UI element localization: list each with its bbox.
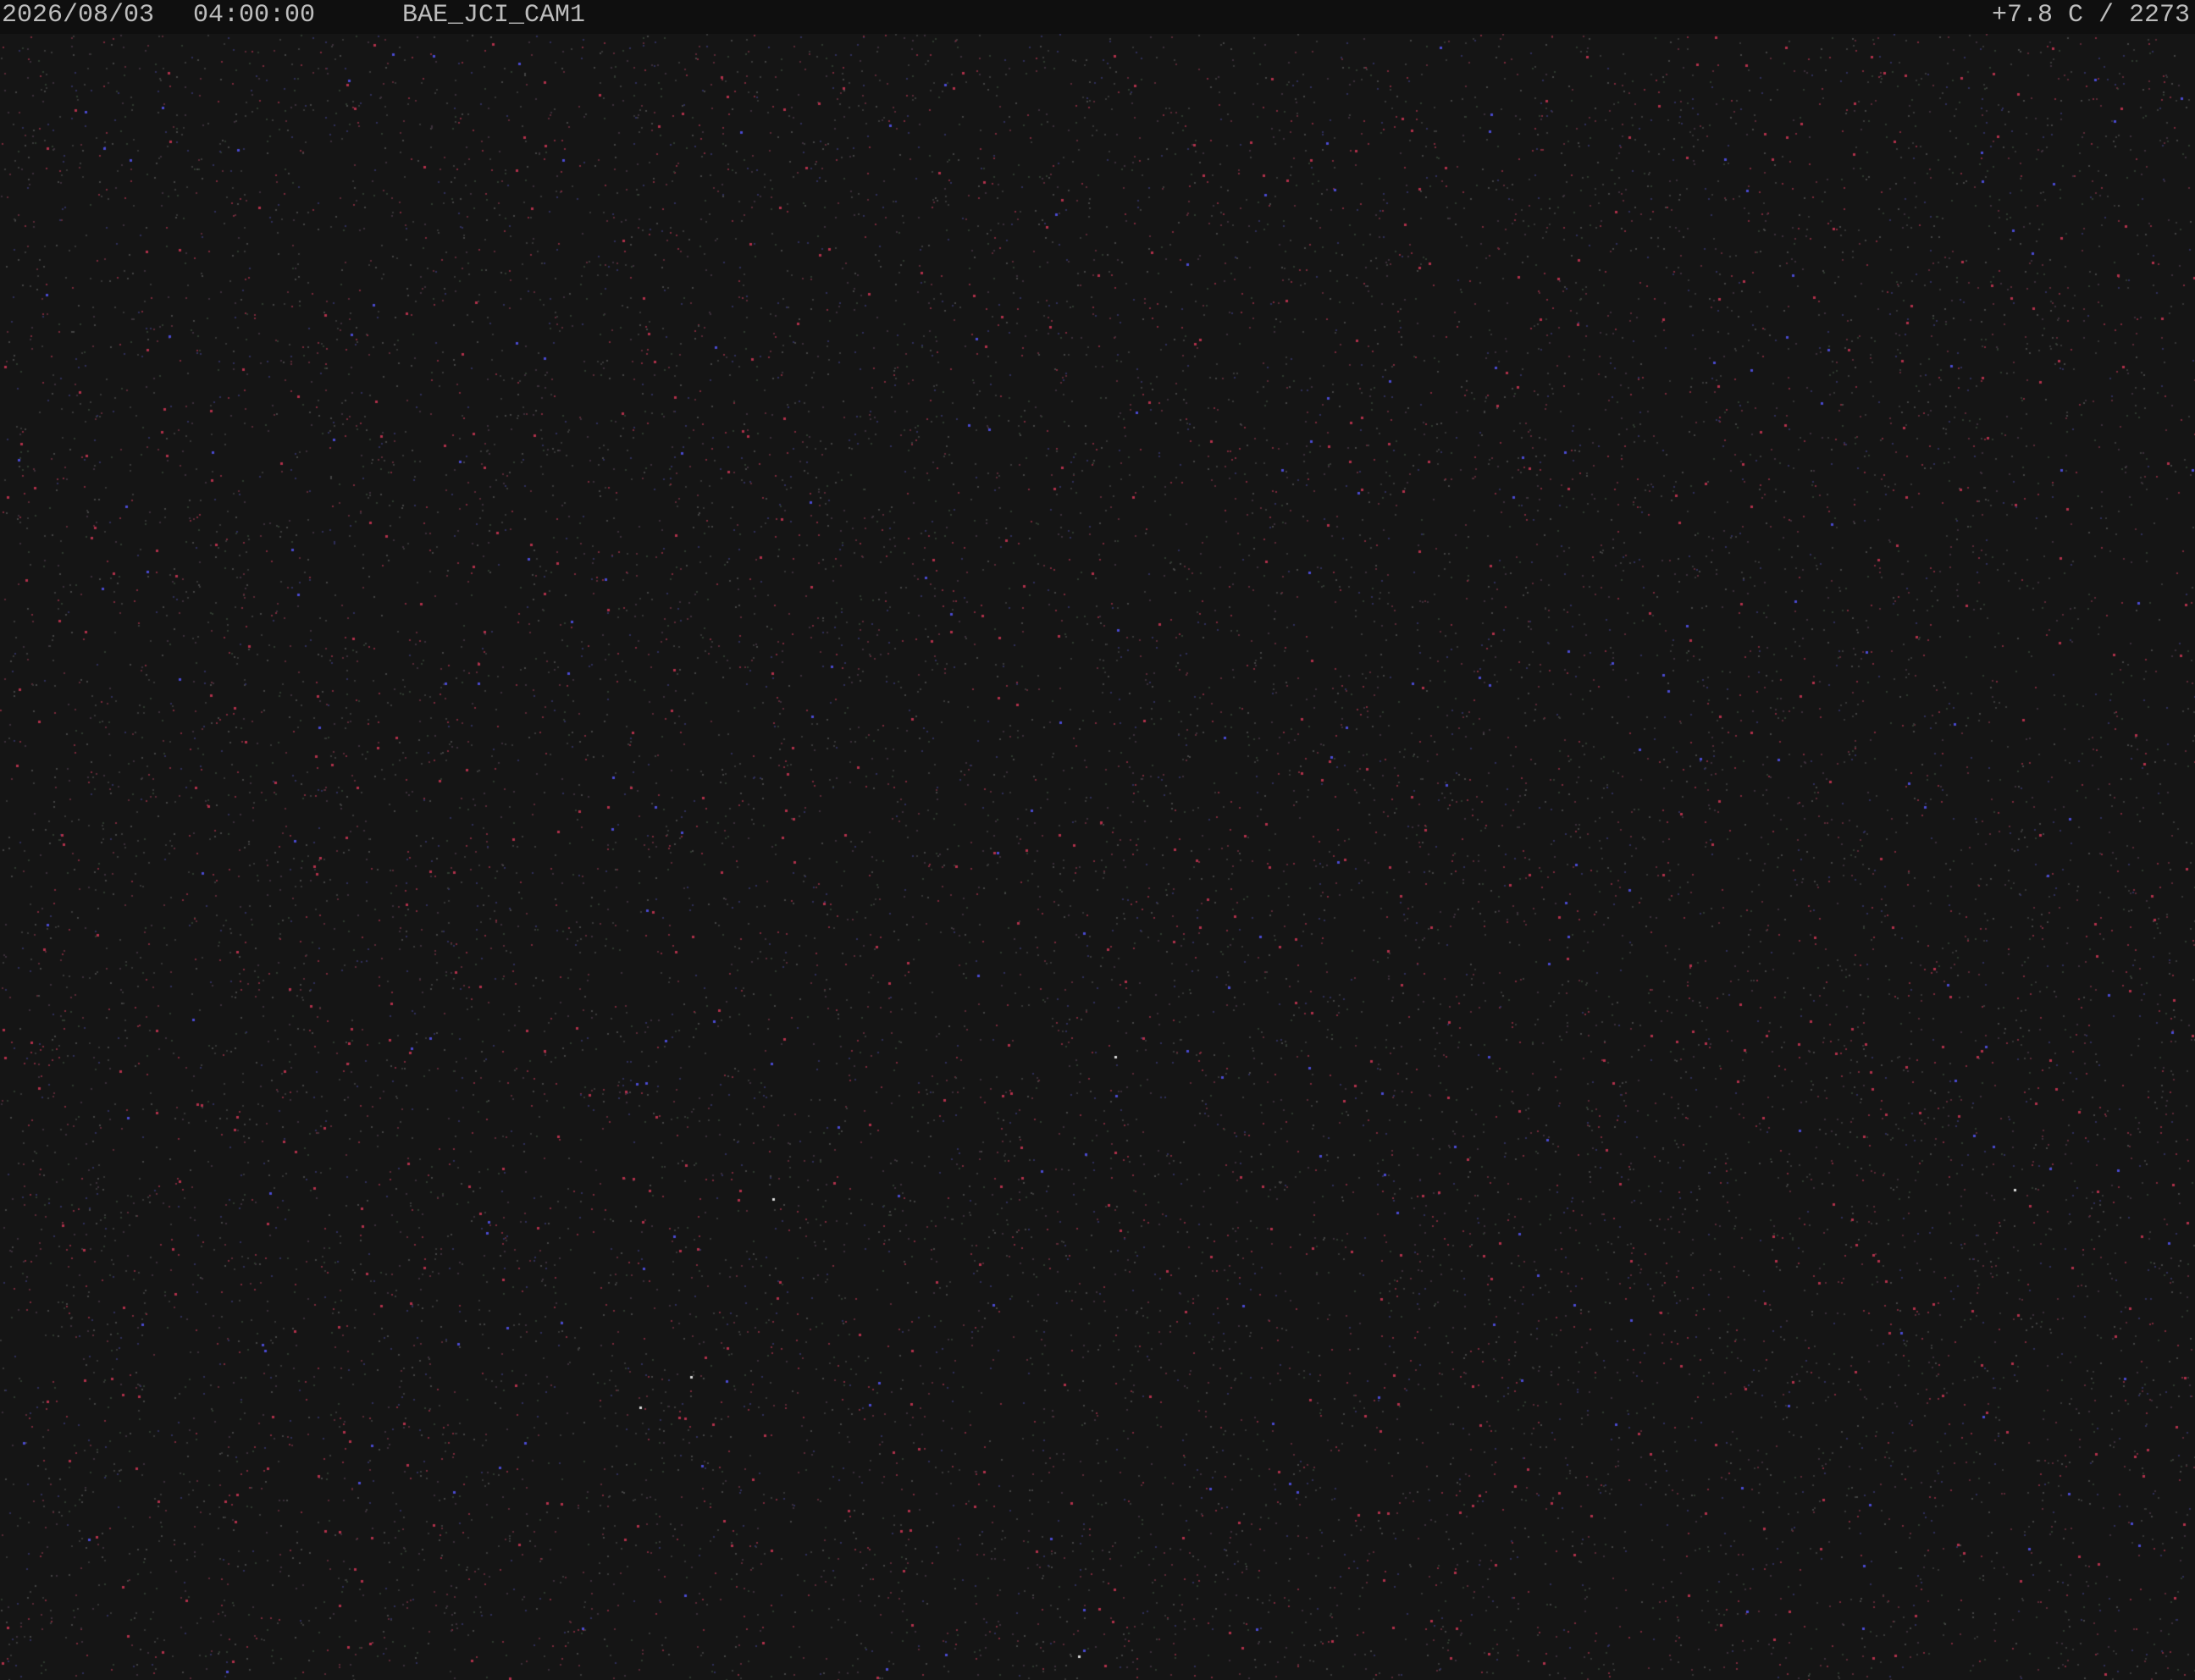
osd-overlay-bar: 2026/08/03 04:00:00 BAE_JCI_CAM1 +7.8 C … [0,0,2195,34]
night-sky-sensor-noise [0,34,2195,1680]
osd-camera-name: BAE_JCI_CAM1 [402,1,586,30]
camera-frame: 2026/08/03 04:00:00 BAE_JCI_CAM1 +7.8 C … [0,0,2195,1680]
osd-date: 2026/08/03 [2,1,155,30]
osd-temperature-counter: +7.8 C / 2273 [1991,1,2190,30]
osd-time: 04:00:00 [193,1,316,30]
